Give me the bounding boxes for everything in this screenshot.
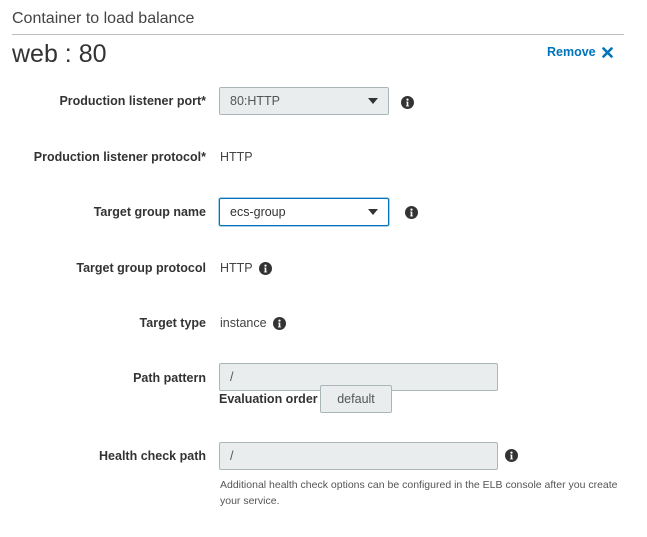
target-group-protocol-value: HTTP [220,261,272,275]
chevron-down-icon [368,98,378,104]
health-check-help-text: Additional health check options can be c… [220,479,618,507]
path-pattern-value: / [230,370,234,384]
info-icon[interactable] [505,449,518,462]
production-listener-port-label: Production listener port* [59,94,206,108]
info-icon[interactable] [405,206,418,219]
close-icon [601,46,613,58]
production-listener-port-select[interactable]: 80:HTTP [219,87,389,115]
production-listener-protocol-text: HTTP [220,150,253,164]
evaluation-order-label: Evaluation order [219,392,318,406]
health-check-path-label: Health check path [99,449,206,463]
chevron-down-icon [368,209,378,215]
evaluation-order-value: default [337,392,375,406]
load-balancer-container-panel: Container to load balance web : 80 Remov… [0,0,647,537]
target-group-protocol-label: Target group protocol [76,261,206,275]
evaluation-order-input[interactable]: default [320,385,392,413]
target-group-name-label: Target group name [93,205,206,219]
target-group-name-value: ecs-group [230,205,286,219]
remove-label: Remove [547,45,596,59]
path-pattern-label: Path pattern [133,371,206,385]
info-icon[interactable] [258,261,272,275]
section-title: Container to load balance [12,10,195,27]
production-listener-port-value: 80:HTTP [230,94,281,108]
remove-button[interactable]: Remove [547,45,613,59]
target-group-protocol-text: HTTP [220,261,253,275]
target-group-name-select[interactable]: ecs-group [219,198,389,226]
target-type-value: instance [220,316,286,330]
target-type-text: instance [220,316,267,330]
info-icon[interactable] [272,316,286,330]
health-check-path-value: / [230,449,234,463]
section-divider [12,34,624,35]
container-heading: web : 80 [12,40,107,68]
info-icon[interactable] [401,96,414,109]
production-listener-protocol-label: Production listener protocol* [33,150,206,164]
target-type-label: Target type [139,316,206,330]
production-listener-protocol-value: HTTP [220,150,253,164]
health-check-path-input[interactable]: / [219,442,498,470]
